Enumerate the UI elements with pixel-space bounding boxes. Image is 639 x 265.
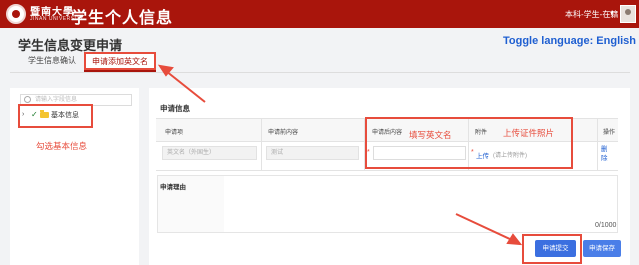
arrow-to-submit [455,213,513,241]
arrow-to-tab [165,70,206,103]
arrow-head [506,233,523,246]
annotation-arrows [157,64,523,246]
